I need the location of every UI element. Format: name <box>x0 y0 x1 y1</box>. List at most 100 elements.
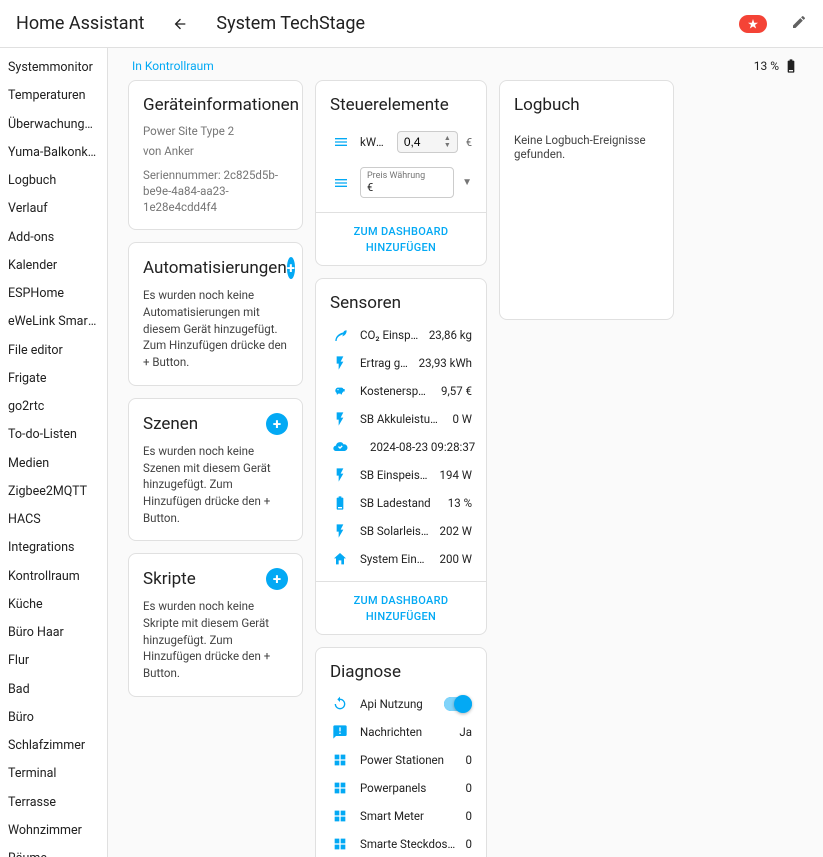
sidebar-item[interactable]: Verlauf <box>0 195 107 223</box>
device-vendor: von Anker <box>143 143 288 159</box>
sensor-row[interactable]: CO₂ Einsparung23,86 kg <box>330 321 472 349</box>
scripts-heading: Skripte <box>143 569 196 589</box>
top-bar: Home Assistant System TechStage <box>0 0 823 48</box>
sidebar-item[interactable]: Yuma-Balkonkraftwerk <box>0 139 107 167</box>
brand-title: Home Assistant <box>16 13 144 34</box>
sidebar-item[interactable]: Zigbee2MQTT <box>0 478 107 506</box>
price-stepper[interactable]: ▲▼ <box>444 135 451 149</box>
sidebar-item[interactable]: Wohnzimmer <box>0 817 107 845</box>
sidebar-item[interactable]: Logbuch <box>0 167 107 195</box>
piggy-icon <box>330 383 350 399</box>
batt-icon <box>330 495 350 511</box>
edit-button[interactable] <box>791 14 807 34</box>
sensor-row[interactable]: Ertrag gesamt23,93 kWh <box>330 349 472 377</box>
sidebar-item[interactable]: Add-ons <box>0 224 107 252</box>
breadcrumb[interactable]: In Kontrollraum <box>132 59 214 73</box>
sidebar-item[interactable]: HACS <box>0 506 107 534</box>
count-icon <box>330 836 350 852</box>
sensors-card: Sensoren CO₂ Einsparung23,86 kgErtrag ge… <box>315 278 487 635</box>
currency-select[interactable]: Preis Währung € <box>360 167 454 198</box>
logbook-heading: Logbuch <box>514 95 659 115</box>
price-unit: € <box>466 136 472 149</box>
sensor-row[interactable]: SB Einspeiseleistung194 W <box>330 461 472 489</box>
bolt-icon <box>330 467 350 483</box>
automations-heading: Automatisierungen <box>143 258 287 278</box>
api-toggle[interactable] <box>444 697 472 711</box>
sidebar-item[interactable]: Systemmonitor <box>0 54 107 82</box>
diag-row[interactable]: Powerpanels0 <box>330 774 472 802</box>
sidebar-item[interactable]: Integrations <box>0 534 107 562</box>
diag-row[interactable]: Power Stationen0 <box>330 746 472 774</box>
scenes-card: Szenen + Es wurden noch keine Szenen mit… <box>128 398 303 541</box>
logbook-empty: Keine Logbuch-Ereignisse gefunden. <box>514 123 659 221</box>
controls-heading: Steuerelemente <box>330 95 472 115</box>
sidebar-item[interactable]: ESPHome <box>0 280 107 308</box>
sidebar-item[interactable]: Schlafzimmer <box>0 732 107 760</box>
header-chip[interactable] <box>739 15 767 33</box>
diag-row[interactable]: Api Nutzung <box>330 690 472 718</box>
scenes-heading: Szenen <box>143 414 198 434</box>
sync-icon <box>330 696 350 712</box>
add-automation-button[interactable]: + <box>287 257 295 279</box>
battery-icon <box>783 58 799 74</box>
sidebar-item[interactable]: Büro <box>0 704 107 732</box>
diag-row[interactable]: Smart Meter0 <box>330 802 472 830</box>
sidebar-item[interactable]: Kalender <box>0 252 107 280</box>
sidebar-item[interactable]: To-do-Listen <box>0 421 107 449</box>
add-script-button[interactable]: + <box>266 568 288 590</box>
sensor-row[interactable]: SB Akkuleistung0 W <box>330 405 472 433</box>
automations-card: Automatisierungen + Es wurden noch keine… <box>128 242 303 385</box>
sidebar-item[interactable]: Flur <box>0 647 107 675</box>
price-icon <box>330 134 352 150</box>
bolt-icon <box>330 523 350 539</box>
sidebar-item[interactable]: Frigate <box>0 365 107 393</box>
automations-empty: Es wurden noch keine Automatisierungen m… <box>143 287 288 370</box>
device-info-card: Geräteinformationen Power Site Type 2 vo… <box>128 80 303 230</box>
sidebar-item[interactable]: eWeLink Smart Home <box>0 308 107 336</box>
sidebar-item[interactable]: go2rtc <box>0 393 107 421</box>
scripts-empty: Es wurden noch keine Skripte mit diesem … <box>143 598 288 681</box>
logbook-card: Logbuch Keine Logbuch-Ereignisse gefunde… <box>499 80 674 320</box>
sensor-row[interactable]: SB Ladestand13 % <box>330 489 472 517</box>
diagnose-heading: Diagnose <box>330 662 472 682</box>
sidebar-item[interactable]: Temperaturen <box>0 82 107 110</box>
count-icon <box>330 780 350 796</box>
add-scene-button[interactable]: + <box>266 413 288 435</box>
device-serial: Seriennummer: 2c825d5b-be9e-4a84-aa23-1e… <box>143 167 288 215</box>
sidebar-item[interactable]: Kontrollraum <box>0 563 107 591</box>
scenes-empty: Es wurden noch keine Szenen mit diesem G… <box>143 443 288 526</box>
sidebar-item[interactable]: Küche <box>0 591 107 619</box>
device-info-heading: Geräteinformationen <box>143 95 288 115</box>
scripts-card: Skripte + Es wurden noch keine Skripte m… <box>128 553 303 696</box>
sidebar-item[interactable]: Bad <box>0 676 107 704</box>
controls-card: Steuerelemente kWh Pre… ▲▼ € Preis <box>315 80 487 266</box>
diag-row[interactable]: Smarte Steckdosen0 <box>330 830 472 857</box>
diagnose-card: Diagnose Api NutzungNachrichtenJaPower S… <box>315 647 487 857</box>
add-controls-dashboard[interactable]: ZUM DASHBOARD HINZUFÜGEN <box>354 225 449 254</box>
leaf-icon <box>330 327 350 343</box>
diag-row[interactable]: NachrichtenJa <box>330 718 472 746</box>
sensor-row[interactable]: SB Solarleistung202 W <box>330 517 472 545</box>
sidebar-item[interactable]: Büro Haar <box>0 619 107 647</box>
chevron-down-icon: ▼ <box>462 177 472 188</box>
price-label: kWh Pre… <box>360 135 389 149</box>
price-input[interactable]: ▲▼ <box>397 131 458 153</box>
sidebar-item[interactable]: Überwachungskameras <box>0 111 107 139</box>
main-content: In Kontrollraum 13 % Geräteinformationen… <box>108 48 823 857</box>
back-button[interactable] <box>168 12 192 36</box>
sidebar-item[interactable]: Terminal <box>0 760 107 788</box>
cloud-icon <box>330 439 350 455</box>
sidebar-item[interactable]: Räume <box>0 845 107 857</box>
battery-indicator: 13 % <box>754 58 799 74</box>
sidebar-item[interactable]: Medien <box>0 450 107 478</box>
sensor-row[interactable]: System Einspeisevorgabe200 W <box>330 545 472 573</box>
add-sensors-dashboard[interactable]: ZUM DASHBOARD HINZUFÜGEN <box>354 594 449 623</box>
sensor-row[interactable]: Kostenersparnis9,57 € <box>330 377 472 405</box>
sidebar-item[interactable]: File editor <box>0 337 107 365</box>
sidebar: SystemmonitorTemperaturenÜberwachungskam… <box>0 48 108 857</box>
currency-icon <box>330 175 352 191</box>
count-icon <box>330 752 350 768</box>
sidebar-item[interactable]: Terrasse <box>0 789 107 817</box>
sensor-row[interactable]: SB Datenzeit2024-08-23 09:28:37 <box>330 433 472 461</box>
bolt-icon <box>330 411 350 427</box>
